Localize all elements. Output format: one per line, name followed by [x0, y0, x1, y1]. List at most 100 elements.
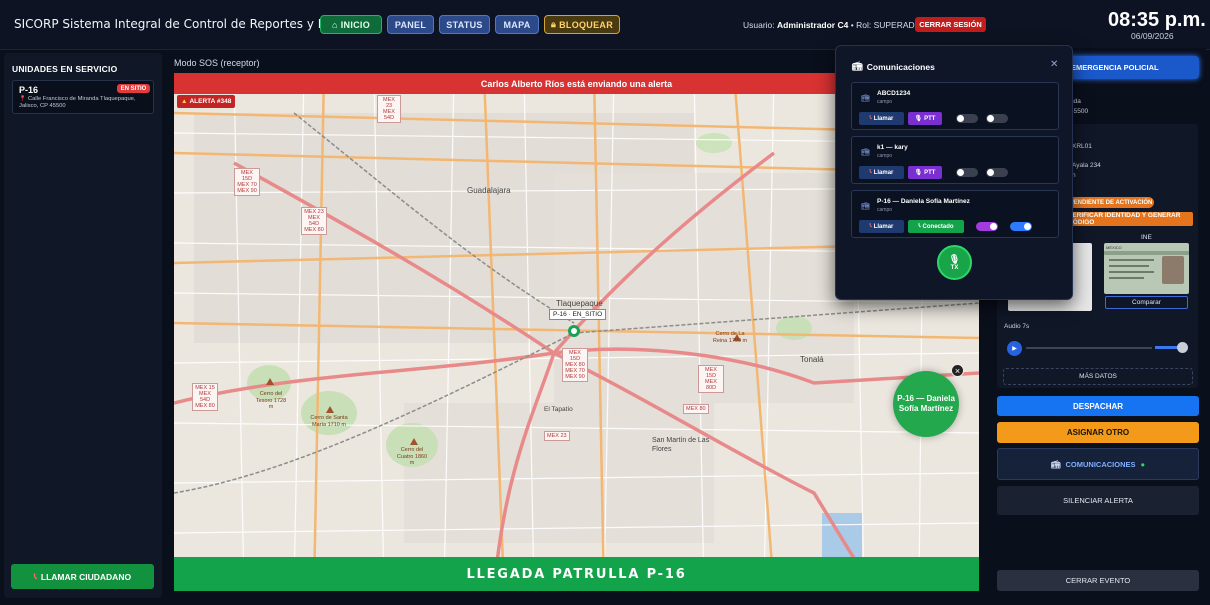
map-label-tapatio: El Tapatío	[544, 406, 573, 413]
more-data-button[interactable]: MÁS DATOS	[1003, 368, 1193, 385]
sos-mode-label: Modo SOS (receptor)	[174, 58, 260, 68]
call-contact-button[interactable]: 📞︎ Llamar	[859, 220, 904, 233]
ptt-button[interactable]: 🎙︎ PTT	[908, 166, 942, 179]
user-info: Usuario: Administrador C4 • Rol: SUPERAD…	[743, 20, 930, 30]
radio-icon: 📻︎	[861, 95, 870, 102]
peak-label: Cerro de La Reina 1700 m	[712, 331, 748, 344]
comm-title-label: Comunicaciones	[866, 61, 935, 72]
close-icon[interactable]: ✕	[1050, 59, 1058, 70]
mic-toggle[interactable]	[956, 168, 978, 177]
speaker-toggle[interactable]	[1010, 222, 1032, 231]
peak-label: Cerro del Tesoro 1728 m	[255, 391, 287, 410]
mic-toggle[interactable]	[956, 114, 978, 123]
ptt-button[interactable]: 🎙︎ PTT	[908, 112, 942, 125]
highway-shield: MEX 80	[683, 404, 709, 414]
home-icon: ⌂	[331, 19, 338, 30]
detail-text: Ayala 234	[1072, 162, 1101, 169]
alert-badge-label: ALERTA #348	[189, 98, 232, 105]
nav-panel-button[interactable]: PANEL	[387, 15, 434, 34]
tx-button[interactable]: 🎙︎ TX	[937, 245, 972, 280]
nav-inicio-button[interactable]: ⌂ INICIO	[320, 15, 382, 34]
ptt-icon: 🎙︎	[914, 116, 923, 122]
contact-name: ABCD1234	[877, 90, 911, 97]
radio-icon: 📻︎	[1050, 459, 1061, 469]
ptt-icon: 🎙︎	[914, 170, 923, 176]
map-label-sanmartin: San Martín de Las Flores	[652, 437, 710, 453]
alert-badge: ▲ ALERTA #348	[177, 95, 236, 108]
phone-icon: 📞︎	[869, 115, 872, 121]
dispatch-button[interactable]: DESPACHAR	[997, 396, 1199, 416]
compare-button[interactable]: Comparar	[1105, 296, 1188, 309]
contact-card: 📻︎ k1 — kary campo 📞︎ Llamar 🎙︎ PTT	[851, 136, 1059, 184]
mic-toggle[interactable]	[976, 222, 998, 231]
nav-bloquear-button[interactable]: 🔒︎ BLOQUEAR	[544, 15, 620, 34]
ine-card-image: MÉXICO	[1104, 243, 1189, 294]
comm-title: 📻︎ Comunicaciones	[852, 61, 935, 72]
play-icon[interactable]: ▶	[1007, 341, 1022, 356]
clock-date: 06/09/2026	[1131, 31, 1174, 41]
highway-shield: MEX 15 MEX 54D MEX 80	[192, 383, 218, 411]
unit-card[interactable]: P-16 EN SITIO 📍︎ Calle Francisco de Mira…	[12, 80, 154, 114]
communications-panel: 📻︎ Comunicaciones ✕ 📻︎ ABCD1234 campo 📞︎ L…	[835, 45, 1073, 300]
close-event-button[interactable]: CERRAR EVENTO	[997, 570, 1199, 591]
contact-card: 📻︎ P-16 — Daniela Sofía Martínez campo 📞…	[851, 190, 1059, 238]
status-badge: EN SITIO	[117, 84, 150, 93]
assign-other-button[interactable]: ASIGNAR OTRO	[997, 422, 1199, 443]
speaker-toggle[interactable]	[986, 114, 1008, 123]
contact-sub: campo	[877, 153, 893, 159]
silence-alert-button[interactable]: SILENCIAR ALERTA	[997, 486, 1199, 515]
close-icon[interactable]: ×	[951, 364, 964, 377]
speaker-toggle[interactable]	[986, 168, 1008, 177]
unit-map-tag[interactable]: P-16 · EN_SITIO	[549, 309, 607, 320]
map-label-tonala: Tonalá	[800, 355, 824, 364]
nav-status-button[interactable]: STATUS	[439, 15, 490, 34]
peak-label: Cerro del Cuatro 1860 m	[396, 447, 428, 466]
phone-icon: 📞︎	[869, 223, 872, 229]
nav-mapa-button[interactable]: MAPA	[495, 15, 539, 34]
communications-button[interactable]: 📻︎ COMUNICACIONES ●	[997, 448, 1199, 480]
highway-shield: MEX 15D MEX 80 MEX 70 MEX 90	[562, 348, 588, 382]
contact-card: 📻︎ ABCD1234 campo 📞︎ Llamar 🎙︎ PTT	[851, 82, 1059, 130]
audio-track[interactable]	[1026, 347, 1152, 349]
call-contact-button[interactable]: 📞︎ Llamar	[859, 166, 904, 179]
contact-sub: campo	[877, 99, 893, 105]
arrival-banner[interactable]: LLEGADA PATRULLA P-16	[174, 557, 979, 591]
verify-identity-button[interactable]: VERIFICAR IDENTIDAD Y GENERAR CÓDIGO	[1068, 212, 1193, 226]
highway-shield: MEX 23	[544, 431, 570, 441]
user-label: Usuario:	[743, 20, 775, 30]
connected-button[interactable]: 📞︎ Conectado	[908, 220, 964, 233]
contact-name: k1 — kary	[877, 144, 908, 151]
radio-icon: 📻︎	[852, 61, 863, 71]
call-citizen-button[interactable]: 📞︎ LLAMAR CIUDADANO	[11, 564, 154, 589]
logout-button[interactable]: CERRAR SESIÓN	[915, 17, 986, 32]
volume-knob[interactable]	[1177, 342, 1188, 353]
unit-name: P-16	[19, 85, 39, 95]
nav-bloquear-label: BLOQUEAR	[559, 19, 613, 30]
ine-card-text: MÉXICO	[1106, 245, 1122, 250]
map-label-tlaquepaque: Tlaquepaque	[556, 299, 603, 308]
ine-line	[1109, 277, 1144, 279]
unit-address: 📍︎ Calle Francisco de Miranda Tlaquepaqu…	[19, 96, 153, 110]
call-contact-button[interactable]: 📞︎ Llamar	[859, 112, 904, 125]
units-title: UNIDADES EN SERVICIO	[12, 64, 118, 74]
radio-icon: 📻︎	[861, 149, 870, 156]
highway-shield: MEX 15D MEX 80D	[698, 365, 724, 393]
tx-label: TX	[950, 265, 959, 271]
ine-card-stripe	[1104, 251, 1189, 255]
highway-shield: MEX 15D MEX 70 MEX 90	[234, 168, 260, 196]
online-dot-icon: ●	[1140, 459, 1146, 469]
call-contact-label: Llamar	[873, 115, 894, 122]
ptt-label: PTT	[924, 115, 936, 122]
call-contact-label: Llamar	[873, 223, 894, 230]
nav-inicio-label: INICIO	[340, 19, 371, 30]
emergency-type-button[interactable]: EMERGENCIA POLICIAL	[1064, 56, 1199, 79]
unit-call-bubble[interactable]: P-16 — Daniela Sofía Martínez	[893, 371, 959, 437]
contact-sub: campo	[877, 207, 893, 213]
units-panel: UNIDADES EN SERVICIO P-16 EN SITIO 📍︎ Ca…	[4, 53, 162, 598]
lock-icon: 🔒︎	[551, 19, 557, 29]
call-contact-label: Llamar	[873, 169, 894, 176]
ine-photo	[1162, 256, 1184, 284]
map-label-guadalajara: Guadalajara	[467, 186, 511, 195]
unit-address-text: Calle Francisco de Miranda Tlaquepaque, …	[19, 96, 136, 109]
audio-label: Audio 7s	[1004, 323, 1030, 330]
